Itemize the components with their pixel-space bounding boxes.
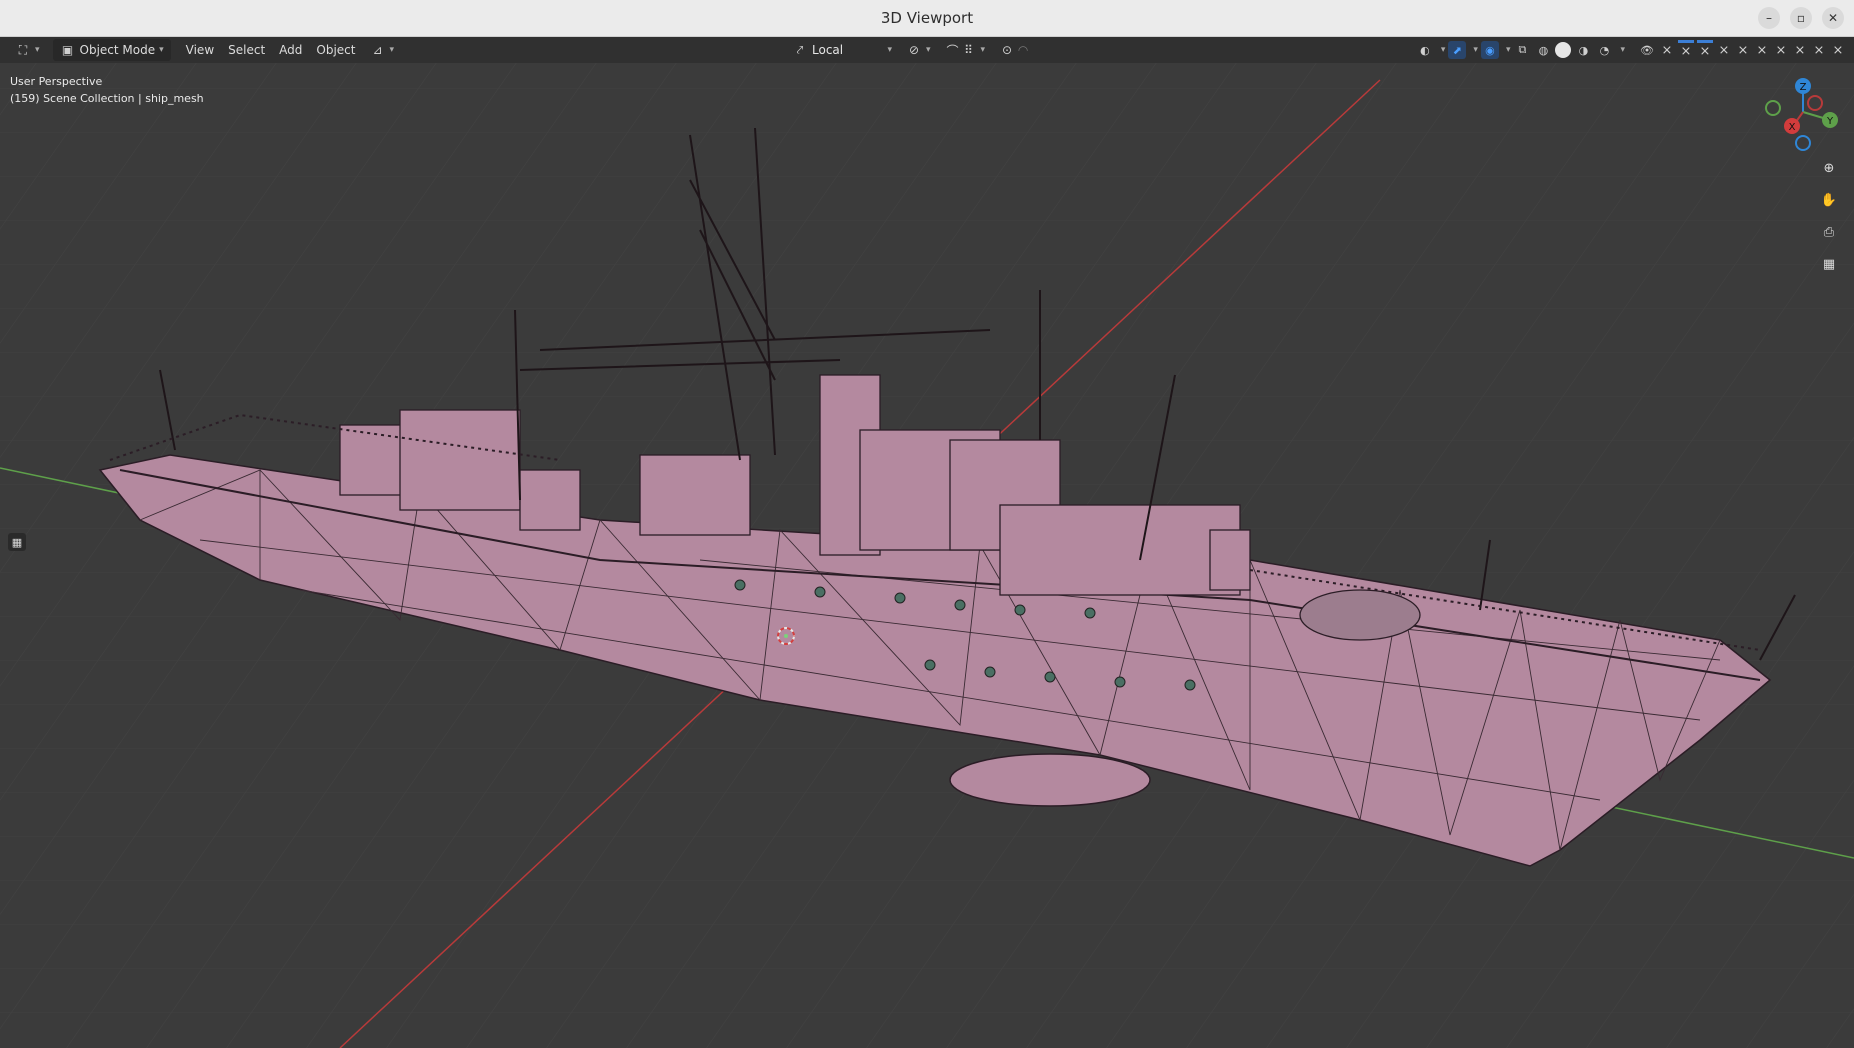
hidden-toggle-1[interactable]: ⨯ — [1659, 41, 1675, 59]
object-mode-dropdown[interactable]: ▣ Object Mode ▾ — [52, 39, 171, 61]
hidden-toggle-6[interactable]: ⨯ — [1754, 41, 1770, 59]
transform-tools: ⤤ Local ▾ ⊘ ▾ ⌒ ⠿ ▾ ⊙ ◠ — [785, 37, 1038, 63]
visibility-icon: ◐ — [1420, 43, 1430, 57]
chevron-down-icon: ▾ — [389, 45, 395, 55]
overlay-toggle[interactable]: ◉ — [1480, 41, 1499, 59]
snap-target-icon: ⠿ — [964, 43, 973, 57]
pivot-button[interactable]: ⊘ ▾ — [899, 39, 938, 61]
gp-mode-button[interactable]: ⊿ ▾ — [363, 39, 402, 61]
view-perspective-label: User Perspective — [10, 75, 103, 88]
menu-object[interactable]: Object — [309, 39, 362, 61]
hand-icon: ✋ — [1820, 192, 1838, 208]
camera-button[interactable]: ⎙ — [1816, 219, 1842, 245]
window-titlebar: 3D Viewport – ▫ ✕ — [0, 0, 1854, 37]
chevron-down-icon: ▾ — [159, 45, 164, 55]
chevron-down-icon: ▾ — [980, 45, 986, 55]
checker-icon: ▦ — [11, 535, 23, 549]
viewport-info: User Perspective (159) Scene Collection … — [10, 73, 204, 107]
gizmo-toggle[interactable]: ⬈ — [1448, 41, 1467, 59]
snap-icon: ⌒ — [946, 43, 959, 58]
xray-icon: ⧉ — [1518, 43, 1527, 56]
eye-icon: 👁 — [1640, 43, 1654, 57]
pivot-icon: ⊘ — [908, 43, 920, 57]
overlay-toggle-icon: ◉ — [1485, 43, 1495, 57]
chevron-down-icon: ▾ — [1473, 45, 1478, 55]
perspective-toggle[interactable]: ▦ — [1816, 251, 1842, 277]
chevron-down-icon: ▾ — [1505, 45, 1511, 55]
gizmo-y-label: Y — [1826, 116, 1834, 127]
orientation-icon: ⤤ — [796, 42, 804, 57]
camera-icon: ⎙ — [1823, 224, 1835, 240]
chevron-down-icon: ▾ — [1620, 45, 1625, 55]
material-shading-icon: ◑ — [1578, 43, 1589, 57]
transform-orientation-dropdown[interactable]: ⤤ Local ▾ — [785, 39, 899, 61]
hidden-toggle-3[interactable]: ⨯ — [1697, 39, 1713, 61]
snap-toggle[interactable]: ⌒ ⠿ ▾ — [938, 39, 993, 61]
zoom-button[interactable]: ⊕ — [1816, 155, 1842, 181]
proportional-edit-toggle[interactable]: ⊙ ◠ — [992, 39, 1038, 61]
hidden-toggle-9[interactable]: ⨯ — [1811, 41, 1827, 59]
hidden-toggle-8[interactable]: ⨯ — [1792, 41, 1808, 59]
grid-icon: ▦ — [1822, 256, 1836, 272]
sonar-dome — [949, 753, 1151, 807]
scene-collection-label: (159) Scene Collection | ship_mesh — [10, 92, 204, 105]
shading-wireframe[interactable]: ◍ — [1534, 41, 1552, 59]
menu-select[interactable]: Select — [221, 39, 272, 61]
falloff-icon: ◠ — [1017, 43, 1029, 57]
hidden-toggle-5[interactable]: ⨯ — [1735, 41, 1751, 59]
window-controls: – ▫ ✕ — [1758, 7, 1844, 29]
hidden-toggle-2[interactable]: ⨯ — [1678, 39, 1694, 61]
draw-icon: ⊿ — [372, 43, 383, 57]
object-mode-label: Object Mode — [79, 43, 156, 57]
minimize-button[interactable]: – — [1758, 7, 1780, 29]
menu-add[interactable]: Add — [272, 39, 309, 61]
zoom-icon: ⊕ — [1823, 160, 1835, 176]
transform-orientation-label: Local — [812, 43, 844, 57]
editor-type-icon: ⛶ — [18, 42, 28, 57]
shading-solid[interactable] — [1555, 42, 1572, 58]
gizmo-toggle-icon: ⬈ — [1452, 43, 1463, 57]
gizmo-z-label: Z — [1800, 82, 1807, 93]
close-button[interactable]: ✕ — [1822, 7, 1844, 29]
menu-view[interactable]: View — [179, 39, 221, 61]
navigation-buttons: ⊕ ✋ ⎙ ▦ — [1816, 155, 1842, 277]
hidden-toggle-4[interactable]: ⨯ — [1716, 41, 1732, 59]
chevron-down-icon: ▾ — [887, 45, 892, 55]
editor-type-button[interactable]: ⛶ ▾ — [8, 39, 47, 61]
shading-rendered[interactable]: ◔ — [1595, 41, 1613, 59]
toolbar-toggle[interactable]: ▦ — [8, 533, 26, 551]
chevron-down-icon: ▾ — [1440, 45, 1446, 55]
gizmo-x-label: X — [1789, 122, 1796, 133]
turret — [1299, 589, 1421, 641]
window-title: 3D Viewport — [880, 9, 974, 27]
hidden-toggle-10[interactable]: ⨯ — [1830, 41, 1846, 59]
3d-viewport[interactable]: Z Y X — [0, 63, 1854, 1048]
pan-button[interactable]: ✋ — [1816, 187, 1842, 213]
xray-toggle[interactable]: ⧉ — [1513, 41, 1531, 59]
proportional-edit-icon: ⊙ — [1002, 43, 1013, 57]
viewport-canvas[interactable]: Z Y X — [0, 63, 1854, 1048]
chevron-down-icon: ▾ — [35, 45, 40, 55]
object-mode-icon: ▣ — [61, 43, 74, 57]
chevron-down-icon: ▾ — [926, 45, 931, 55]
wireframe-shading-icon: ◍ — [1538, 43, 1549, 57]
display-tools: ◐ ▾ ⬈ ▾ ◉ ▾ ⧉ ◍ ◑ ◔ ▾ 👁 ⨯ ⨯ ⨯ ⨯ ⨯ ⨯ ⨯ ⨯ … — [1416, 37, 1846, 63]
hidden-toggle-7[interactable]: ⨯ — [1773, 41, 1789, 59]
visibility-dropdown[interactable]: ◐ — [1416, 41, 1434, 59]
rendered-shading-icon: ◔ — [1599, 43, 1610, 57]
maximize-button[interactable]: ▫ — [1790, 7, 1812, 29]
scene-visibility-button[interactable]: 👁 — [1638, 41, 1656, 59]
shading-material[interactable]: ◑ — [1574, 41, 1592, 59]
